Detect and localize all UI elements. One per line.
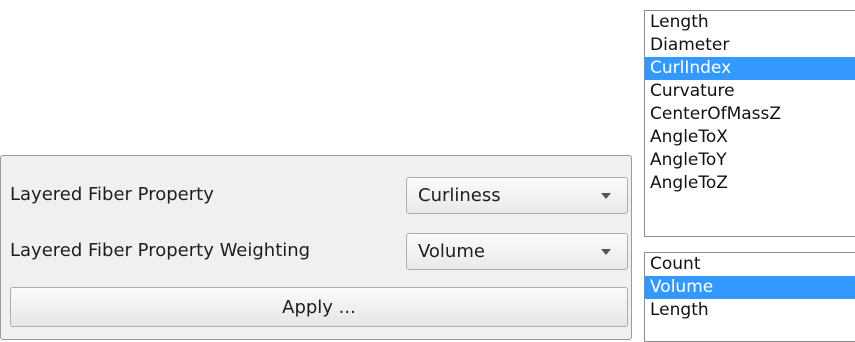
list-item[interactable]: Length (645, 299, 855, 322)
list-item[interactable]: Diameter (645, 34, 855, 57)
chevron-down-icon (601, 193, 611, 199)
list-item[interactable]: AngleToX (645, 126, 855, 149)
list-item[interactable]: CurlIndex (645, 57, 855, 80)
layered-fiber-panel: Layered Fiber Property Curliness Layered… (0, 155, 632, 340)
list-item[interactable]: Count (645, 253, 855, 276)
weighting-listbox[interactable]: Count Volume Length (644, 252, 855, 342)
weighting-combobox-value: Volume (418, 241, 485, 262)
list-item[interactable]: Volume (645, 276, 855, 299)
list-item[interactable]: AngleToZ (645, 172, 855, 195)
list-item[interactable]: Length (645, 11, 855, 34)
apply-button[interactable]: Apply ... (10, 287, 628, 327)
weighting-combobox[interactable]: Volume (406, 233, 628, 270)
property-combobox[interactable]: Curliness (406, 177, 628, 214)
property-combobox-value: Curliness (418, 185, 501, 206)
property-listbox[interactable]: Length Diameter CurlIndex Curvature Cent… (644, 10, 855, 237)
property-label: Layered Fiber Property (10, 184, 214, 205)
list-item[interactable]: AngleToY (645, 149, 855, 172)
chevron-down-icon (601, 249, 611, 255)
list-item[interactable]: Curvature (645, 80, 855, 103)
list-item[interactable]: CenterOfMassZ (645, 103, 855, 126)
weighting-label: Layered Fiber Property Weighting (10, 240, 311, 261)
